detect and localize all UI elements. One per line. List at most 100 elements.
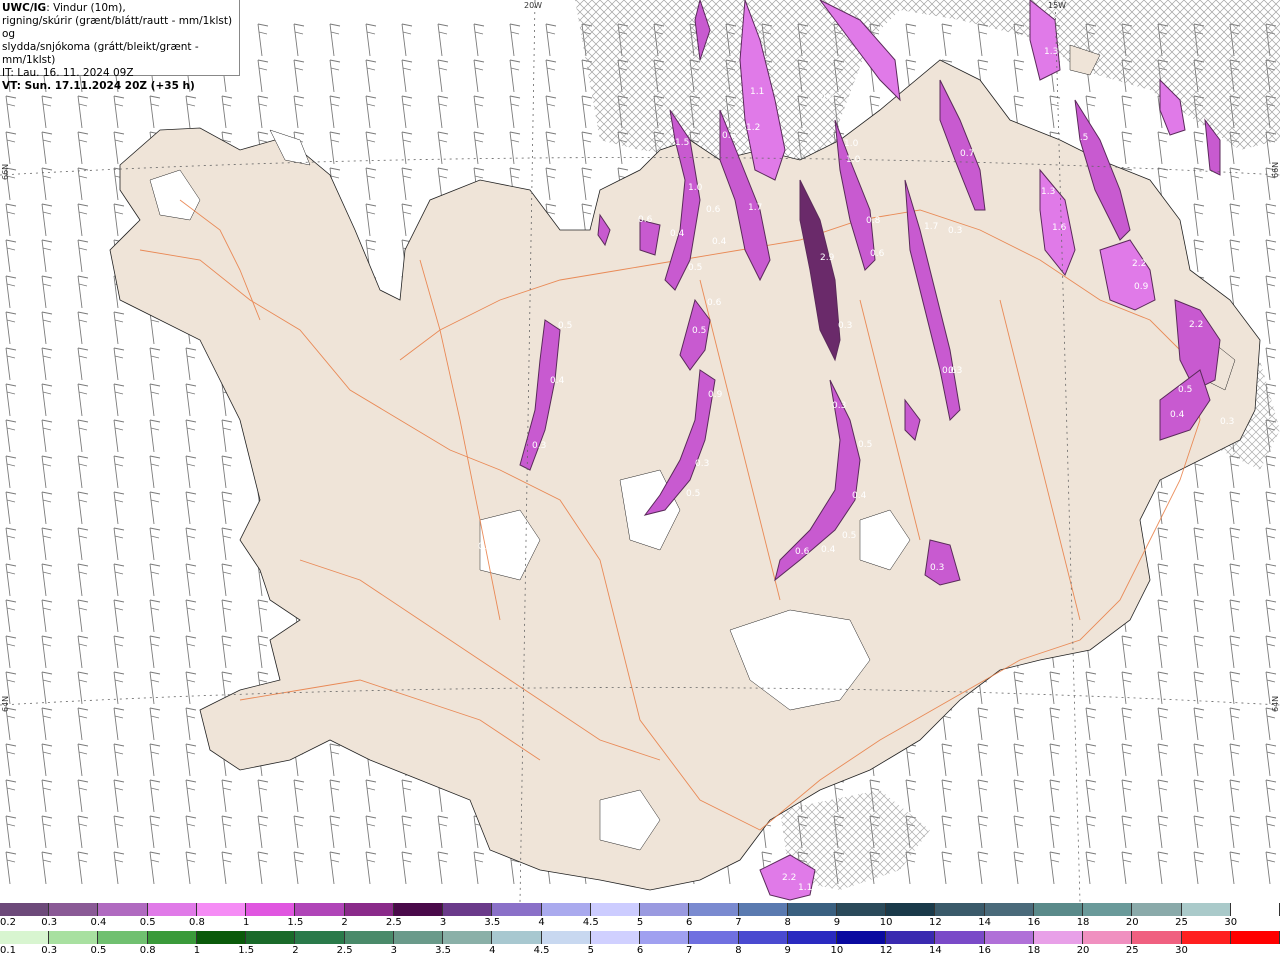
- precip-value-label: 0.4: [1170, 410, 1185, 420]
- legend-swatch: [787, 931, 837, 944]
- precip-value-label: 0.3: [1220, 417, 1234, 427]
- precip-value-label: 0.6: [638, 215, 653, 225]
- precip-value-label: 0.4: [550, 376, 565, 386]
- precip-value-label: 2.9: [820, 253, 835, 263]
- legend-tick-label: 2.5: [336, 945, 353, 956]
- precip-value-label: 0.5: [688, 263, 702, 273]
- legend-tick-label: 9: [833, 917, 841, 928]
- precip-value-label: 0.4: [821, 545, 836, 555]
- graticule-label-right-64n: 64N: [1271, 696, 1280, 712]
- legend-swatch: [0, 931, 50, 944]
- precip-value-label: 0.5: [558, 321, 572, 331]
- legend-tick-label: 2: [292, 945, 299, 956]
- precip-value-label: 0.8: [866, 216, 881, 226]
- precip-value-label: 0.3: [478, 542, 492, 552]
- legend-swatch: [1230, 903, 1280, 916]
- legend-swatch: [590, 903, 641, 916]
- legend-swatch: [640, 903, 690, 916]
- legend-tick-label: 0.1: [0, 945, 16, 956]
- weather-map: 1.5 1.0 0.6 0.6 0.4 0.5 0.6 0.5 0.9 0.3 0.5 1.1 0.8 1…: [0, 0, 1280, 902]
- graticule-label-left-66n: 66N: [1, 164, 10, 180]
- legend-tick-label: 8: [735, 945, 742, 956]
- legend-swatch: [689, 931, 739, 944]
- legend-tick-label: 3: [439, 917, 447, 928]
- legend-tick-label: 18: [1076, 917, 1090, 928]
- precip-value-label: 0.9: [708, 390, 723, 400]
- precip-value-label: 1.7: [748, 203, 762, 213]
- legend-tick-label: 20: [1125, 917, 1139, 928]
- legend-tick-label: 14: [929, 945, 942, 956]
- legend-swatch: [689, 903, 739, 916]
- precip-value-label: 1.3: [1041, 187, 1055, 197]
- legend-swatch: [196, 931, 247, 944]
- legend-swatch: [98, 903, 148, 916]
- precip-value-label: 0.3: [838, 321, 852, 331]
- precip-value-label: 1.7: [924, 222, 938, 232]
- description-line-3: slydda/snjókoma (grátt/bleikt/grænt - mm…: [2, 41, 199, 66]
- model-name: UWC/IG: [2, 2, 47, 14]
- precip-value-label: 0.4: [712, 237, 727, 247]
- legend-swatch: [836, 903, 887, 916]
- precip-value-label: 0.6: [707, 298, 722, 308]
- legend-swatch: [1132, 903, 1182, 916]
- precip-value-label: 0.4: [852, 491, 867, 501]
- legend-swatch: [590, 931, 641, 944]
- legend-swatch: [1083, 931, 1133, 944]
- legend-tick-label: 5: [587, 945, 594, 956]
- legend-tick-label: 0.8: [188, 917, 205, 928]
- legend-swatch: [492, 903, 542, 916]
- precip-value-label: 0.3: [532, 441, 546, 451]
- legend-swatch: [246, 903, 296, 916]
- legend-swatch: [196, 903, 247, 916]
- legend-tick-label: 0.4: [90, 917, 107, 928]
- legend-swatch: [541, 903, 591, 916]
- legend-swatch: [393, 931, 444, 944]
- map-info-box: UWC/IG: Vindur (10m), rigning/skúrir (gr…: [0, 0, 240, 92]
- precip-value-label: 0.8: [722, 131, 737, 141]
- legend-tick-label: 6: [636, 945, 644, 956]
- legend-tick-label: 0.5: [139, 917, 156, 928]
- precip-value-label: 0.6: [820, 93, 835, 103]
- legend-swatch: [49, 931, 99, 944]
- legend-tick-label: 14: [978, 917, 991, 928]
- legend-tick-label: 0.5: [90, 945, 107, 956]
- legend-swatch: [1181, 903, 1231, 916]
- legend-tick-label: 4: [489, 945, 496, 956]
- precip-value-label: 0.6: [706, 205, 721, 215]
- legend-tick-label: 3.5: [484, 917, 501, 928]
- legend-swatch: [1033, 931, 1084, 944]
- legend-tick-label: 16: [978, 945, 991, 956]
- legend-tick-label: 8: [784, 917, 791, 928]
- legend-swatch: [1230, 931, 1280, 944]
- precip-value-label: 0.5: [858, 440, 872, 450]
- precip-value-label: 1.0: [846, 155, 861, 165]
- legend-swatch: [1181, 931, 1231, 944]
- initial-time: IT: Lau. 16. 11. 2024 09Z: [2, 67, 134, 79]
- legend-tick-label: 12: [879, 945, 893, 956]
- legend-swatch: [98, 931, 148, 944]
- legend-swatch: [984, 903, 1034, 916]
- legend-tick-label: 9: [784, 945, 791, 956]
- legend-tick-label: 30: [1175, 945, 1188, 956]
- snow-legend-ticks: 0.2 0.3 0.4 0.5 0.8 1 1.5 2 2.5 3 3.5 4 4.5 5 6 7 8 9 10 12…: [0, 917, 1280, 931]
- precip-value-label: 1.0: [844, 139, 859, 149]
- description-line-2: rigning/skúrir (grænt/blátt/rautt - mm/1…: [2, 15, 233, 40]
- precip-value-label: 1.6: [1052, 223, 1067, 233]
- legend-swatch: [886, 903, 936, 916]
- precip-value-label: 0.5: [686, 489, 700, 499]
- graticule-label-top-20w: 20W: [524, 1, 542, 10]
- legend-tick-label: 0.3: [41, 945, 58, 956]
- legend-swatch: [640, 931, 690, 944]
- legend-tick-label: 16: [1027, 917, 1041, 928]
- precip-value-label: 0.3: [695, 459, 709, 469]
- legend-tick-label: 10: [830, 945, 844, 956]
- precip-value-label: 0.7: [960, 149, 974, 159]
- precip-value-label: 1.0: [688, 183, 703, 193]
- legend-swatch: [1033, 903, 1084, 916]
- legend-tick-label: 4: [538, 917, 545, 928]
- precip-value-label: 2.2: [1189, 320, 1203, 330]
- legend-tick-label: 0.8: [139, 945, 156, 956]
- precip-value-label: 0.6: [870, 249, 885, 259]
- legend-swatch: [344, 903, 394, 916]
- legend-swatch: [1132, 931, 1182, 944]
